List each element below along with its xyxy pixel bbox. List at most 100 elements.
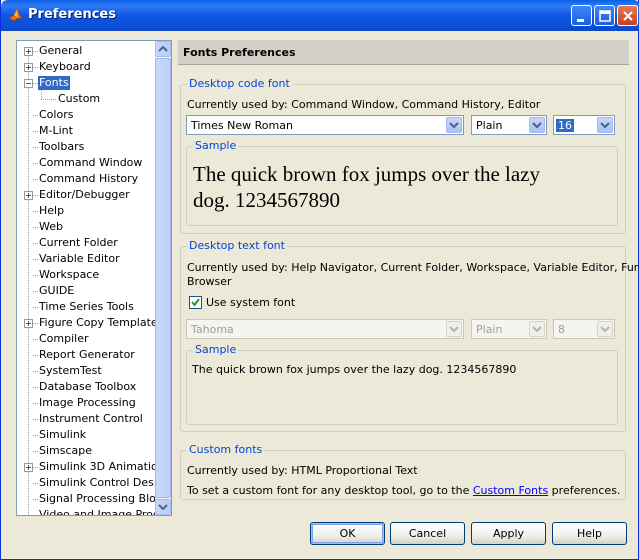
- custom-fonts-instructions: To set a custom font for any desktop too…: [187, 484, 620, 497]
- preferences-tree[interactable]: + General + Keyboard − Fonts Custom Colors M-Lin…: [16, 40, 172, 516]
- tree-item-label: Report Generator: [39, 348, 135, 361]
- tree-item-label: Help: [39, 204, 65, 217]
- tree-item-label: SystemTest: [39, 364, 102, 377]
- chevron-down-icon[interactable]: [529, 117, 545, 133]
- minimize-button[interactable]: [571, 5, 592, 26]
- close-button[interactable]: [617, 5, 638, 26]
- close-icon: [623, 11, 633, 21]
- text-font-size-select[interactable]: 8: [553, 319, 615, 339]
- panel-title: Fonts Preferences: [178, 40, 629, 65]
- expand-icon[interactable]: +: [24, 47, 33, 56]
- window-title: Preferences: [28, 7, 116, 22]
- custom-fonts-instr-after: preferences.: [548, 484, 621, 497]
- tree-item-label: Time Series Tools: [39, 300, 134, 313]
- ok-button[interactable]: OK: [310, 522, 385, 545]
- maximize-button[interactable]: [594, 5, 615, 26]
- help-button[interactable]: Help: [552, 522, 627, 545]
- code-font-style-select[interactable]: Plain: [471, 115, 547, 135]
- tree-item-label: Variable Editor: [39, 252, 120, 265]
- text-font-used-by-line-2: Browser: [187, 275, 232, 288]
- scroll-thumb[interactable]: [155, 58, 171, 498]
- text-font-style-select[interactable]: Plain: [471, 319, 547, 339]
- use-system-font-checkbox[interactable]: [189, 296, 202, 309]
- preferences-window: Preferences + General + Keyboard − Fonts Custo…: [0, 0, 639, 560]
- chevron-down-icon: [597, 321, 613, 337]
- tree-item-label: Custom: [58, 92, 101, 105]
- tree-scrollbar[interactable]: [155, 41, 171, 515]
- expand-icon[interactable]: +: [24, 63, 33, 72]
- tree-item-label: Toolbars: [39, 140, 85, 153]
- tree-item-label: Simscape: [39, 444, 93, 457]
- apply-button[interactable]: Apply: [471, 522, 546, 545]
- group-title-custom-fonts: Custom fonts: [187, 443, 265, 456]
- minimize-icon: [577, 19, 584, 22]
- code-font-used-by: Currently used by: Command Window, Comma…: [187, 98, 541, 111]
- chevron-down-icon: [158, 504, 168, 511]
- text-font-name-select[interactable]: Tahoma: [186, 319, 464, 339]
- custom-fonts-instr-before: To set a custom font for any desktop too…: [187, 484, 473, 497]
- sample-label: Sample: [193, 139, 239, 152]
- tree-item-label: Command Window: [39, 156, 143, 169]
- code-font-style-value: Plain: [476, 119, 503, 132]
- scroll-down-button[interactable]: [155, 499, 171, 515]
- code-font-sample-line-1: The quick brown fox jumps over the lazy: [193, 162, 540, 186]
- custom-fonts-used-by: Currently used by: HTML Proportional Tex…: [187, 464, 418, 477]
- tree-item-label: Fonts: [38, 76, 70, 90]
- group-title-text-font: Desktop text font: [187, 239, 287, 252]
- sample-label: Sample: [193, 343, 239, 356]
- custom-fonts-group: Custom fonts Currently used by: HTML Pro…: [180, 443, 626, 500]
- tree-item-label: Instrument Control: [39, 412, 143, 425]
- code-font-sample-line-2: dog. 1234567890: [193, 188, 340, 212]
- text-font-name-value: Tahoma: [191, 323, 234, 336]
- chevron-down-icon: [446, 321, 462, 337]
- tree-item-label: Database Toolbox: [39, 380, 137, 393]
- tree-item-label: Signal Processing Blockset: [39, 492, 156, 505]
- tree-item-label: Editor/Debugger: [39, 188, 130, 201]
- title-bar[interactable]: Preferences: [1, 0, 639, 31]
- tree-connector-line: [41, 99, 56, 100]
- scroll-up-button[interactable]: [155, 41, 171, 57]
- text-font-size-value: 8: [558, 323, 565, 336]
- collapse-icon[interactable]: −: [24, 79, 33, 88]
- tree-item-label: Figure Copy Template: [39, 316, 156, 329]
- chevron-down-icon: [529, 321, 545, 337]
- code-font-sample-box: Sample The quick brown fox jumps over th…: [186, 139, 618, 226]
- matlab-logo-icon: [8, 8, 24, 22]
- desktop-code-font-group: Desktop code font Currently used by: Com…: [180, 77, 626, 234]
- tree-item-label: Command History: [39, 172, 139, 185]
- text-font-sample-box: Sample The quick brown fox jumps over th…: [186, 343, 618, 425]
- checkmark-icon: [191, 298, 200, 307]
- tree-item-label: Simulink 3D Animation: [39, 460, 156, 473]
- expand-icon[interactable]: +: [24, 191, 33, 200]
- text-font-style-value: Plain: [476, 323, 503, 336]
- text-font-used-by-line-1: Currently used by: Help Navigator, Curre…: [187, 261, 639, 274]
- use-system-font-label[interactable]: Use system font: [206, 296, 295, 309]
- expand-icon[interactable]: +: [24, 319, 33, 328]
- expand-icon[interactable]: +: [24, 463, 33, 472]
- text-font-used-by: Currently used by: Help Navigator, Curre…: [187, 261, 639, 289]
- code-font-name-value: Times New Roman: [191, 119, 293, 132]
- tree-item-label: Keyboard: [39, 60, 91, 73]
- tree-connector-line: [28, 55, 29, 515]
- group-title-code-font: Desktop code font: [187, 77, 292, 90]
- tree-item-label: Video and Image Processing: [39, 508, 156, 515]
- code-font-size-select[interactable]: 16: [553, 115, 615, 135]
- tree-item-label: General: [39, 44, 83, 57]
- maximize-icon: [599, 10, 611, 22]
- text-font-sample-text: The quick brown fox jumps over the lazy …: [192, 363, 517, 376]
- code-font-name-select[interactable]: Times New Roman: [186, 115, 464, 135]
- tree-item-label: Colors: [39, 108, 74, 121]
- tree-item-label: Simulink: [39, 428, 87, 441]
- tree-item-label: Workspace: [39, 268, 100, 281]
- chevron-up-icon: [158, 45, 168, 52]
- custom-fonts-link[interactable]: Custom Fonts: [473, 484, 548, 497]
- tree-item-label: M-Lint: [39, 124, 73, 137]
- chevron-down-icon[interactable]: [597, 117, 613, 133]
- cancel-button[interactable]: Cancel: [390, 522, 465, 545]
- tree-item-label: Web: [39, 220, 63, 233]
- tree-item-label: Image Processing: [39, 396, 136, 409]
- chevron-down-icon[interactable]: [446, 117, 462, 133]
- fonts-preferences-panel: Fonts Preferences Desktop code font Curr…: [178, 40, 639, 505]
- tree-list: + General + Keyboard − Fonts Custom Colors M-Lin…: [17, 41, 156, 515]
- tree-item-label: GUIDE: [39, 284, 75, 297]
